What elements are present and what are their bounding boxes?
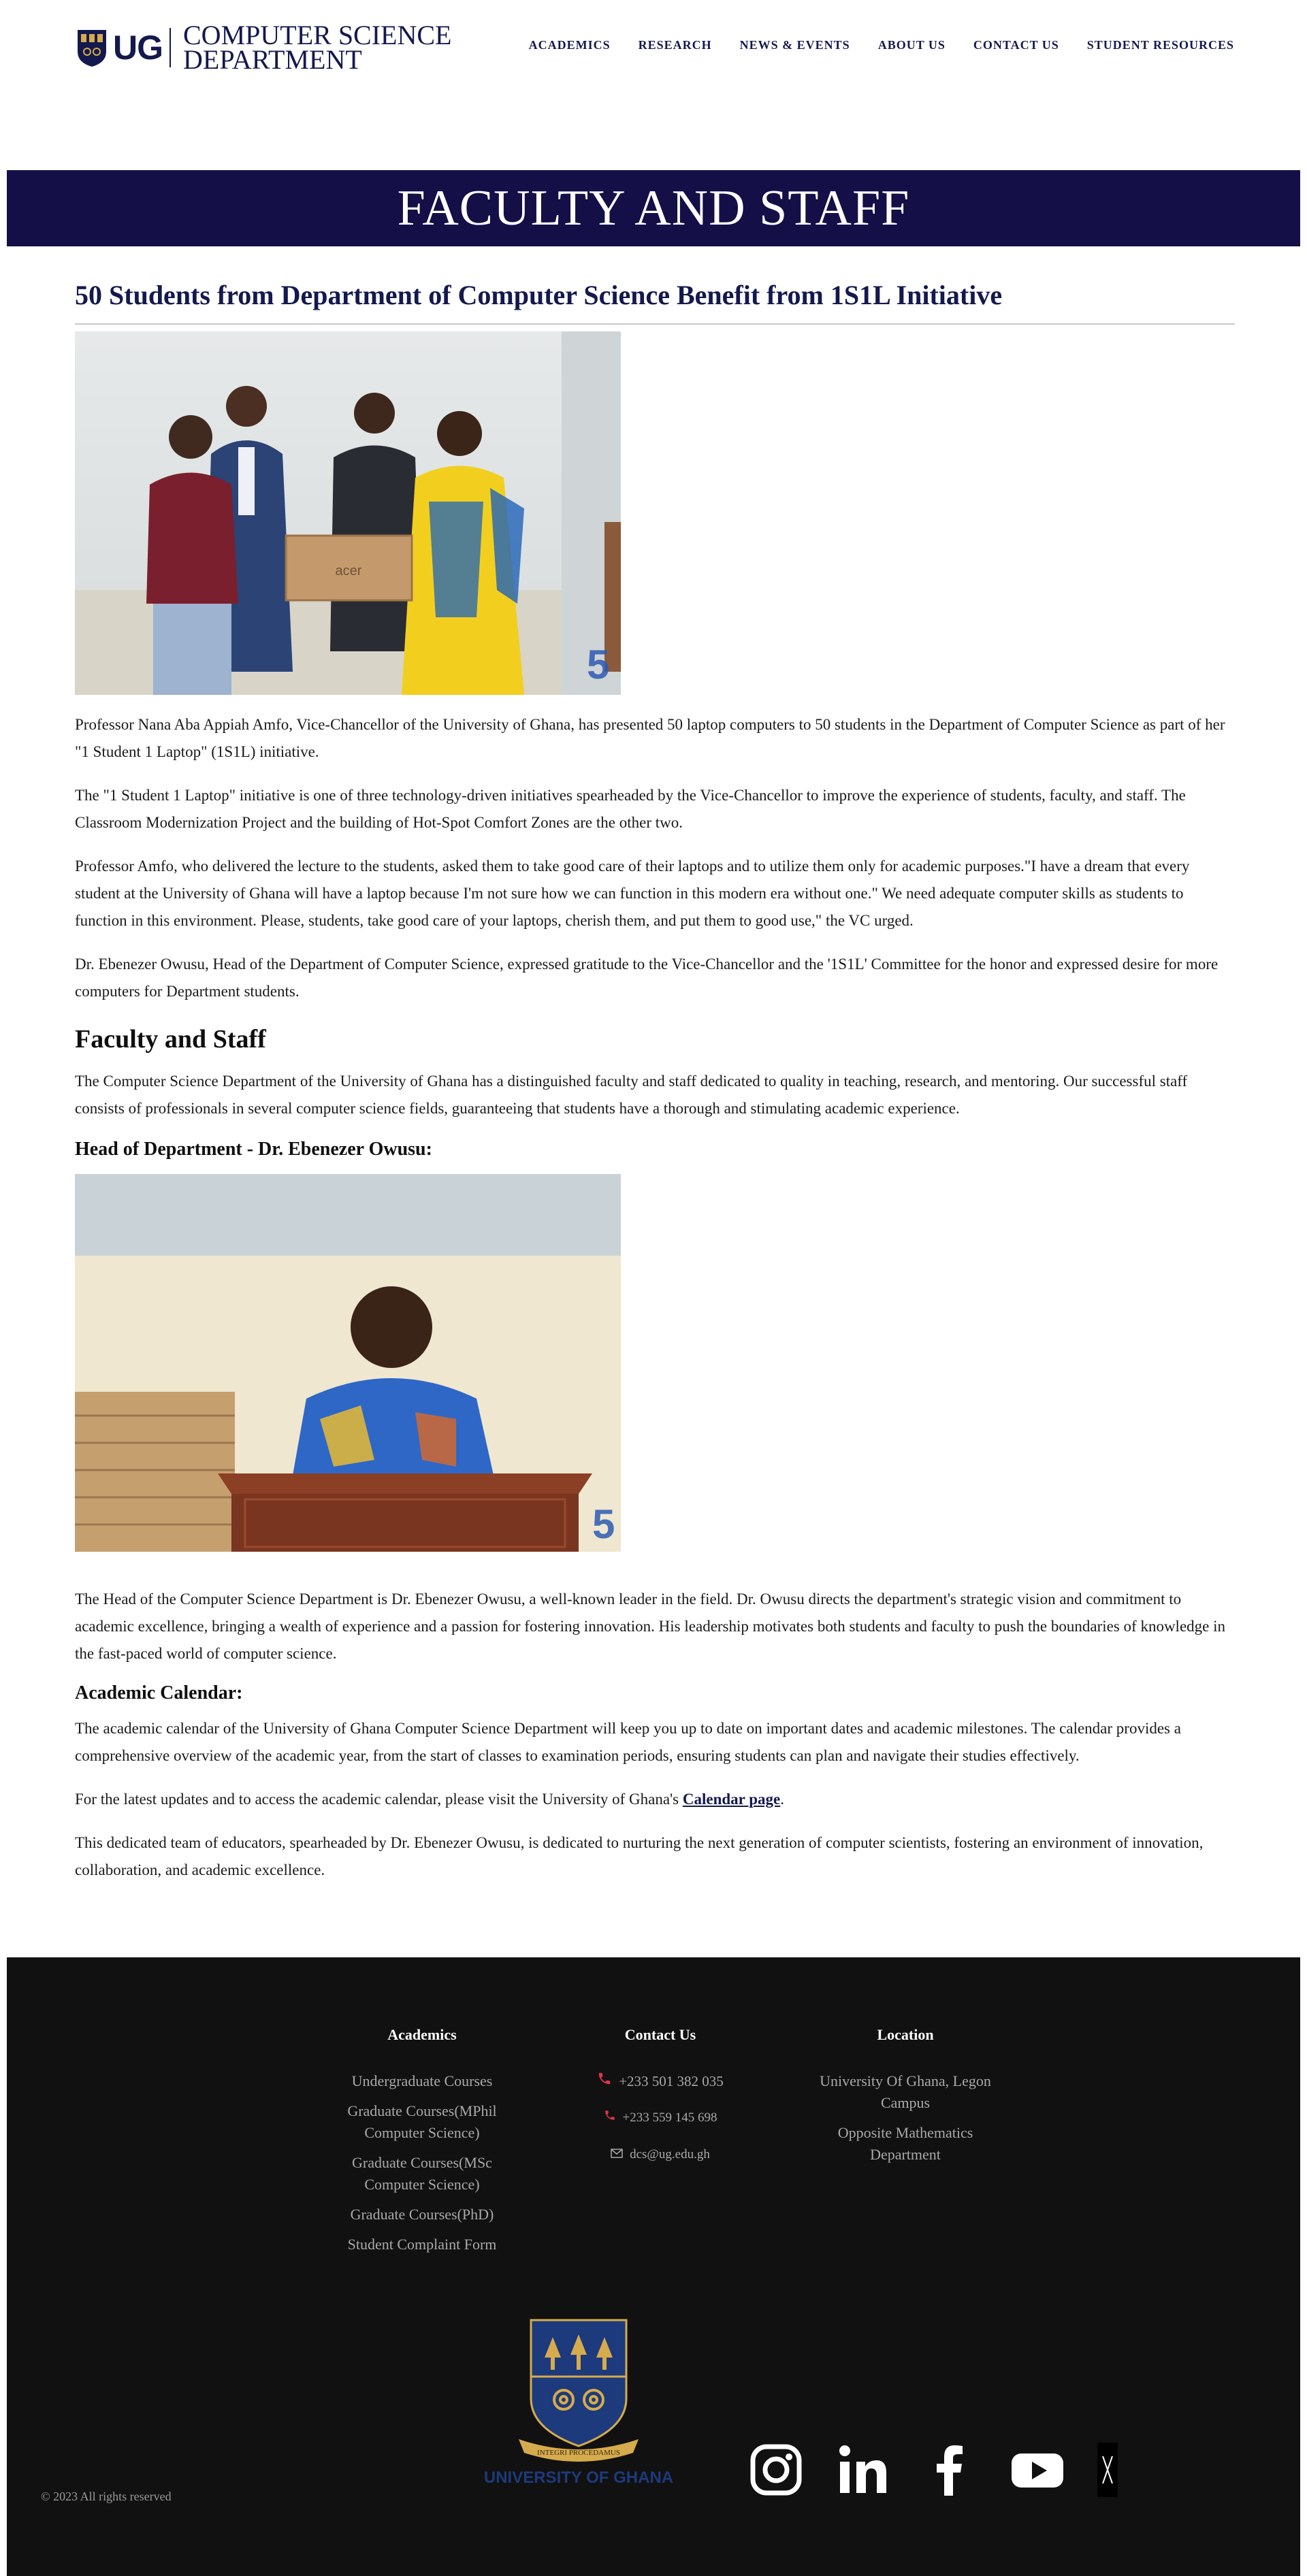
contact-phone-1-text: +233 501 382 035 <box>619 2073 724 2089</box>
crest-motto-text: INTEGRI PROCEDAMUS <box>537 2449 620 2457</box>
youtube-icon[interactable] <box>1010 2443 1065 2500</box>
university-crest: INTEGRI PROCEDAMUS UNIVERSITY OF GHANA <box>477 2317 681 2487</box>
logo-divider <box>170 28 171 67</box>
nav-research[interactable]: RESEARCH <box>639 38 712 52</box>
footer-link-phd[interactable]: Graduate Courses(PhD) <box>340 2204 504 2226</box>
footer-contact-heading: Contact Us <box>624 2026 696 2043</box>
calendar-link-prefix: For the latest updates and to access the… <box>75 1791 683 1808</box>
instagram-icon[interactable] <box>749 2443 803 2500</box>
footer-link-undergraduate[interactable]: Undergraduate Courses <box>340 2070 504 2092</box>
svg-text:5: 5 <box>587 642 609 687</box>
site-footer: Academics Undergraduate Courses Graduate… <box>7 1957 1300 2576</box>
site-header: UG COMPUTER SCIENCE DEPARTMENT ACADEMICS… <box>0 0 1307 102</box>
x-icon[interactable] <box>1097 2442 1118 2500</box>
copyright-text: © 2023 All rights reserved <box>41 2490 172 2503</box>
page-title: FACULTY AND STAFF <box>397 180 910 236</box>
nav-academics[interactable]: ACADEMICS <box>529 38 611 52</box>
university-name-text: UNIVERSITY OF GHANA <box>484 2468 673 2487</box>
article-paragraph: The "1 Student 1 Laptop" initiative is o… <box>75 787 1186 831</box>
calendar-page-link[interactable]: Calendar page <box>683 1791 780 1808</box>
calendar-link-paragraph: For the latest updates and to access the… <box>75 1786 1235 1813</box>
hod-heading: Head of Department - Dr. Ebenezer Owusu: <box>75 1139 432 1160</box>
nav-about-us[interactable]: ABOUT US <box>878 38 946 52</box>
contact-phone-2-text: +233 559 145 698 <box>622 2110 717 2125</box>
hod-description: The Head of the Computer Science Departm… <box>75 1591 1225 1662</box>
ug-shield-icon <box>76 27 108 68</box>
site-logo[interactable]: UG COMPUTER SCIENCE DEPARTMENT <box>76 20 452 75</box>
nav-student-resources[interactable]: STUDENT RESOURCES <box>1087 38 1234 52</box>
location-line-2: Opposite Mathematics Department <box>837 2124 973 2163</box>
hod-photo: 5 <box>75 1174 621 1552</box>
phone-icon <box>604 2107 616 2129</box>
article-title: 50 Students from Department of Computer … <box>75 280 1003 310</box>
closing-paragraph: This dedicated team of educators, spearh… <box>75 1834 1204 1878</box>
faculty-intro: The Computer Science Department of the U… <box>75 1073 1188 1117</box>
title-divider <box>75 323 1235 325</box>
envelope-icon <box>611 2144 623 2166</box>
contact-phone-2[interactable]: +233 559 145 698 <box>579 2107 742 2129</box>
department-name-line2: DEPARTMENT <box>183 44 362 75</box>
article-paragraph: Professor Nana Aba Appiah Amfo, Vice-Cha… <box>75 716 1225 760</box>
calendar-link-suffix: . <box>780 1791 784 1808</box>
nav-contact-us[interactable]: CONTACT US <box>973 38 1059 52</box>
calendar-description: The academic calendar of the University … <box>75 1720 1181 1764</box>
department-name: COMPUTER SCIENCE DEPARTMENT <box>183 22 452 75</box>
article-paragraph: Professor Amfo, who delivered the lectur… <box>75 858 1190 929</box>
main-nav: ACADEMICS RESEARCH NEWS & EVENTS ABOUT U… <box>501 38 1234 52</box>
footer-location-heading: Location <box>877 2026 934 2043</box>
linkedin-icon[interactable] <box>836 2443 890 2500</box>
contact-email-text: dcs@ug.edu.gh <box>630 2147 710 2162</box>
page-banner: FACULTY AND STAFF <box>7 170 1300 246</box>
footer-academics: Academics Undergraduate Courses Graduate… <box>340 2024 504 2264</box>
footer-link-complaint-form[interactable]: Student Complaint Form <box>340 2234 504 2255</box>
location-line-1: University Of Ghana, Legon Campus <box>820 2072 991 2111</box>
logo-ug-text: UG <box>113 29 163 67</box>
faculty-heading: Faculty and Staff <box>75 1025 266 1054</box>
article-paragraph: Dr. Ebenezer Owusu, Head of the Departme… <box>75 956 1219 1000</box>
footer-academics-heading: Academics <box>387 2026 457 2043</box>
footer-location: Location University Of Ghana, Legon Camp… <box>817 2024 994 2166</box>
laptop-presentation-photo: acer 5 <box>75 331 621 695</box>
footer-link-msc[interactable]: Graduate Courses(MSc Computer Science) <box>340 2152 504 2196</box>
article-body: Professor Nana Aba Appiah Amfo, Vice-Cha… <box>75 711 1235 1005</box>
facebook-icon[interactable] <box>923 2443 978 2500</box>
svg-text:5: 5 <box>592 1501 615 1547</box>
social-icons <box>749 2437 1118 2505</box>
phone-icon <box>597 2070 612 2092</box>
main-content: 50 Students from Department of Computer … <box>75 276 1235 1884</box>
footer-link-mphil[interactable]: Graduate Courses(MPhil Computer Science) <box>340 2100 504 2144</box>
contact-phone-1[interactable]: +233 501 382 035 <box>579 2070 742 2092</box>
nav-news-events[interactable]: NEWS & EVENTS <box>740 38 850 52</box>
calendar-heading: Academic Calendar: <box>75 1682 243 1703</box>
footer-contact: Contact Us +233 501 382 035 +233 559 145… <box>579 2024 742 2181</box>
contact-email[interactable]: dcs@ug.edu.gh <box>579 2144 742 2166</box>
laptop-brand-text: acer <box>336 564 362 578</box>
